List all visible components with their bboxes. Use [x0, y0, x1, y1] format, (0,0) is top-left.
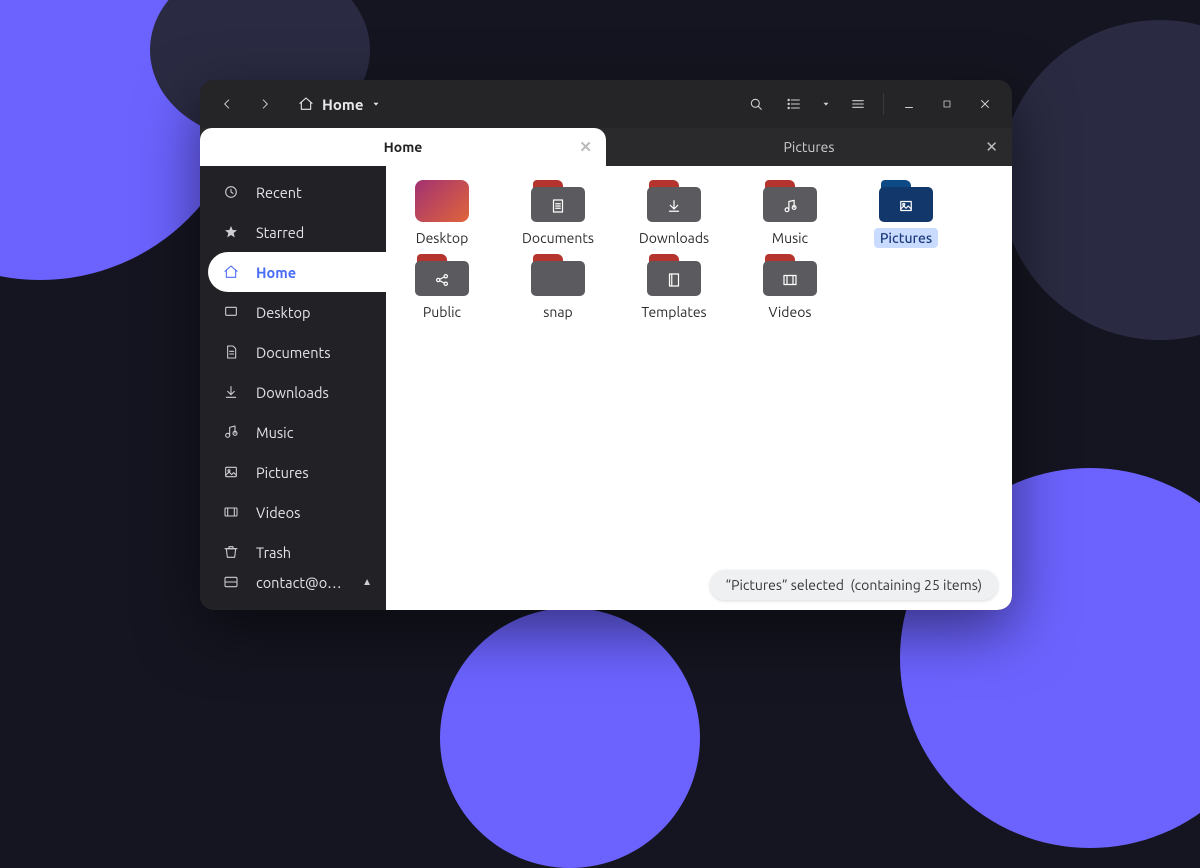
divider [883, 93, 884, 115]
folder-icon [647, 254, 701, 296]
sidebar-item-label: Videos [256, 504, 300, 521]
back-button[interactable] [210, 87, 244, 121]
pictures-icon [222, 464, 240, 480]
sidebar: Recent Starred Home Desktop Documents Downloa… [200, 166, 386, 610]
file-label: Documents [516, 228, 600, 248]
eject-icon[interactable]: ▲ [362, 576, 372, 588]
sidebar-item-videos[interactable]: Videos [200, 492, 386, 532]
sidebar-item-label: Documents [256, 344, 331, 361]
sidebar-item-pictures[interactable]: Pictures [200, 452, 386, 492]
sidebar-item-label: Music [256, 424, 293, 441]
search-button[interactable] [739, 87, 773, 121]
desktop-icon [415, 180, 469, 222]
star-icon [222, 224, 240, 240]
file-label: Music [766, 228, 814, 248]
file-item-downloads[interactable]: Downloads [628, 180, 720, 248]
status-bar: “Pictures” selected (containing 25 items… [710, 570, 999, 600]
sidebar-item-starred[interactable]: Starred [200, 212, 386, 252]
sidebar-item-label: Starred [256, 224, 304, 241]
status-selected-word: selected [791, 577, 844, 593]
file-grid[interactable]: Desktop Documents Downloads Music Pictures Pu… [386, 166, 1012, 610]
sidebar-item-downloads[interactable]: Downloads [200, 372, 386, 412]
file-manager-window: Home Home ✕ [200, 80, 1012, 610]
sidebar-item-label: Pictures [256, 464, 309, 481]
list-view-button[interactable] [777, 87, 811, 121]
forward-button[interactable] [248, 87, 282, 121]
bg-blob [1000, 20, 1200, 340]
sidebar-item-music[interactable]: Music [200, 412, 386, 452]
sidebar-item-home[interactable]: Home [200, 252, 386, 292]
folder-icon [531, 180, 585, 222]
tab-label: Pictures [784, 139, 835, 155]
file-item-templates[interactable]: Templates [628, 254, 720, 322]
file-item-music[interactable]: Music [744, 180, 836, 248]
file-label: Templates [635, 302, 712, 322]
close-window-button[interactable] [968, 87, 1002, 121]
desktop-icon [222, 304, 240, 320]
disk-icon [222, 574, 240, 590]
downloads-icon [222, 384, 240, 400]
home-icon [298, 96, 314, 112]
folder-icon [763, 180, 817, 222]
titlebar: Home [200, 80, 1012, 128]
hamburger-menu-button[interactable] [841, 87, 875, 121]
sidebar-item-label: Recent [256, 184, 302, 201]
sidebar-item-label: Desktop [256, 304, 310, 321]
breadcrumb-label: Home [322, 96, 363, 113]
minimize-button[interactable] [892, 87, 926, 121]
sidebar-item-label: contact@o… [256, 574, 342, 591]
videos-icon [222, 504, 240, 520]
tab-pictures[interactable]: Pictures ✕ [606, 128, 1012, 166]
chevron-down-icon [371, 99, 381, 109]
home-icon [222, 264, 240, 280]
close-tab-icon[interactable]: ✕ [985, 138, 998, 156]
file-item-documents[interactable]: Documents [512, 180, 604, 248]
sidebar-item-label: Downloads [256, 384, 329, 401]
file-item-desktop[interactable]: Desktop [396, 180, 488, 248]
view-options-dropdown[interactable] [815, 87, 837, 121]
sidebar-mount[interactable]: contact@o… ▲ [200, 562, 386, 602]
file-label: Pictures [874, 228, 938, 248]
file-label: Desktop [410, 228, 475, 248]
file-label: Videos [763, 302, 818, 322]
file-item-videos[interactable]: Videos [744, 254, 836, 322]
tab-label: Home [384, 139, 423, 155]
file-label: Public [417, 302, 467, 322]
folder-icon [647, 180, 701, 222]
sidebar-item-label: Trash [256, 544, 291, 561]
file-item-public[interactable]: Public [396, 254, 488, 322]
sidebar-item-label: Home [256, 264, 296, 281]
sidebar-item-recent[interactable]: Recent [200, 172, 386, 212]
folder-icon [415, 254, 469, 296]
folder-icon [763, 254, 817, 296]
bg-blob [440, 608, 700, 868]
maximize-button[interactable] [930, 87, 964, 121]
documents-icon [222, 344, 240, 360]
tab-bar: Home ✕ Pictures ✕ [200, 128, 1012, 166]
sidebar-item-desktop[interactable]: Desktop [200, 292, 386, 332]
status-selected-name: Pictures [731, 577, 782, 593]
folder-icon [531, 254, 585, 296]
file-label: Downloads [633, 228, 715, 248]
path-breadcrumb[interactable]: Home [286, 87, 393, 121]
file-label: snap [537, 302, 578, 322]
clock-icon [222, 184, 240, 200]
status-count: (containing 25 items) [850, 577, 982, 593]
file-item-snap[interactable]: snap [512, 254, 604, 322]
tab-home[interactable]: Home ✕ [200, 128, 606, 166]
music-icon [222, 424, 240, 440]
close-tab-icon[interactable]: ✕ [579, 138, 592, 156]
folder-icon [879, 180, 933, 222]
file-item-pictures[interactable]: Pictures [860, 180, 952, 248]
sidebar-item-documents[interactable]: Documents [200, 332, 386, 372]
trash-icon [222, 544, 240, 560]
